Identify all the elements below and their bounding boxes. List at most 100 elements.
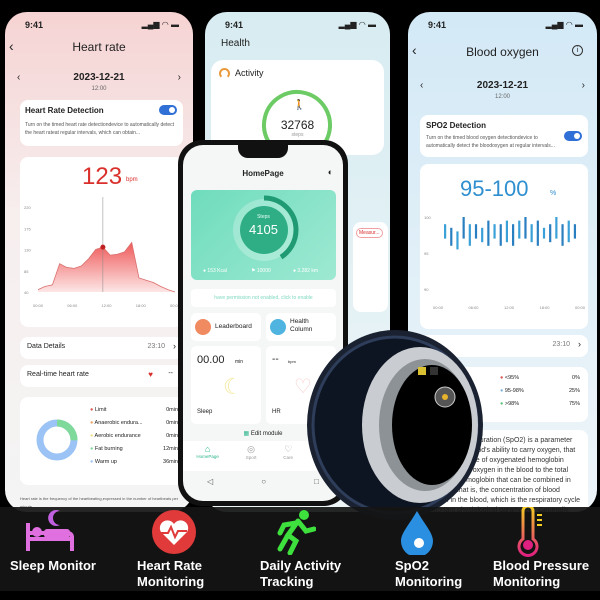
- spo2-bar: [481, 227, 484, 243]
- zone-row: ● Limit 0min: [90, 407, 178, 420]
- back-nav-icon[interactable]: ◁: [207, 477, 213, 486]
- hour: 12:00: [91, 86, 107, 92]
- x-tick-label: 00:00: [575, 305, 586, 310]
- date: 2023-12-21: [476, 80, 529, 91]
- kcal: ● 153 Kcal: [203, 268, 227, 274]
- measure-button[interactable]: Measur...: [356, 228, 383, 238]
- label: Limit: [94, 407, 107, 413]
- spo2-bar: [530, 224, 533, 243]
- range-row: ● <95% 0%: [500, 375, 580, 388]
- nav-icon: ♡: [284, 444, 293, 454]
- steps-card[interactable]: Steps 4105 ● 153 Kcal ⚑ 10000 ● 3.282 km: [191, 190, 336, 280]
- feature-label: Blood Pressure Monitoring: [493, 558, 598, 590]
- detection-toggle[interactable]: [159, 105, 177, 115]
- ring-sensor: [418, 367, 426, 375]
- y-tick-label: 90: [424, 287, 429, 292]
- label: Anaerobic endura...: [94, 420, 143, 426]
- feature-label-text: Daily Activity Tracking: [260, 558, 342, 589]
- feature-label: Daily Activity Tracking: [260, 558, 355, 590]
- activity-steps: 32768: [280, 118, 315, 132]
- activity-label: Activity: [235, 68, 264, 78]
- detection-toggle[interactable]: [564, 131, 582, 141]
- activity-steps-label: steps: [291, 132, 304, 138]
- data-details-row[interactable]: Data Details 23:10 ›: [20, 337, 183, 359]
- heart-rate-unit: bpm: [126, 177, 138, 183]
- y-tick-label: 100: [424, 215, 431, 220]
- status-icons: ▂▄▆ ◠ ▬: [141, 20, 179, 29]
- hour: 12:00: [494, 94, 510, 100]
- leaderboard-button[interactable]: Leaderboard: [191, 313, 261, 341]
- zone-name: ● Aerobic endurance: [90, 433, 141, 446]
- spo2-bar: [524, 217, 527, 239]
- feature-label: Sleep Monitor: [10, 558, 96, 573]
- x-tick-label: 12:00: [102, 303, 113, 308]
- label: HomePage: [196, 454, 219, 459]
- spo2-bar: [542, 227, 546, 239]
- spo2-bar: [505, 220, 509, 243]
- detection-text: Turn on the timed blood oxygen detection…: [426, 135, 555, 149]
- sleep-card[interactable]: 00.00 min ☾ Sleep: [191, 346, 261, 424]
- label: 95-98%: [504, 388, 524, 394]
- x-tick-label: 00:00: [433, 305, 444, 310]
- steps-label: Steps: [257, 214, 270, 220]
- zone-name: ● Anaerobic endura...: [90, 420, 143, 433]
- feature-band: Sleep Monitor Heart Rate Monitoring Dail…: [0, 507, 600, 591]
- spo2-bar: [474, 224, 478, 239]
- zone-row: ● Warm up 36min: [90, 459, 178, 472]
- detection-card: SPO2 Detection Turn on the timed blood o…: [420, 115, 588, 157]
- chevron-right-icon: ›: [173, 341, 176, 351]
- nav-tab-homepage[interactable]: ⌂ HomePage: [196, 441, 219, 471]
- range-name: ● 95-98%: [500, 388, 524, 401]
- page-title: Blood oxygen: [466, 45, 539, 59]
- edit-module-label: Edit module: [250, 431, 283, 437]
- spo2-bar: [567, 220, 570, 243]
- nav-icon: ⌂: [204, 444, 211, 454]
- zone-name: ● Warm up: [90, 459, 117, 472]
- data-details-label: Data Details: [27, 343, 66, 350]
- status-time: 9:41: [25, 20, 44, 30]
- measure-card[interactable]: Measur...: [353, 222, 388, 312]
- smart-ring-image: [307, 330, 483, 520]
- nav-tab-care[interactable]: ♡ Care: [283, 441, 293, 471]
- bed-moon-icon: [26, 510, 74, 551]
- zone-value: 0min: [166, 407, 178, 413]
- data-details-time: 23:10: [552, 341, 570, 348]
- info-icon[interactable]: i: [572, 45, 583, 56]
- heart-rate-screen: 9:41 ▂▄▆ ◠ ▬ ‹ Heart rate ‹ › 2023-12-21…: [5, 12, 193, 512]
- heart-rate-chart-card: 123 bpm 220 175 130 85 40 00:00 06:00 12:00 18:0…: [20, 157, 183, 327]
- leaderboard-icon: [195, 319, 211, 335]
- spo2-bar: [462, 217, 465, 239]
- range-value: 0%: [572, 375, 580, 381]
- home-nav-icon[interactable]: ○: [261, 477, 266, 486]
- theme-icon[interactable]: ◐: [328, 167, 333, 177]
- home-title: HomePage: [242, 169, 284, 178]
- range-row: ● 95-98% 25%: [500, 388, 580, 401]
- activity-icon: [219, 68, 230, 79]
- zone-value: 0min: [166, 433, 178, 439]
- status-time: 9:41: [428, 20, 447, 30]
- zone-value: 36min: [163, 459, 178, 465]
- x-tick-label: 18:00: [540, 305, 551, 310]
- spo2-bar: [456, 231, 459, 250]
- spo2-bar: [555, 217, 558, 239]
- realtime-row: Real-time heart rate ♥ --: [20, 365, 183, 387]
- x-tick-label: 06:00: [469, 305, 480, 310]
- spo2-unit: %: [550, 190, 557, 197]
- sleep-value: 00.00: [197, 354, 225, 366]
- grid-icon: ▦: [243, 431, 251, 437]
- spo2-bar: [518, 220, 521, 239]
- zone-row: ● Anaerobic endura... 0min: [90, 420, 178, 433]
- goal: ⚑ 10000: [251, 268, 271, 274]
- range-name: ● <95%: [500, 375, 519, 388]
- permission-banner[interactable]: have permission not enabled, click to en…: [191, 289, 336, 307]
- nav-tab-sport[interactable]: ◎ Sport: [246, 441, 257, 471]
- realtime-value: --: [168, 370, 173, 377]
- sleep-unit: min: [235, 359, 244, 365]
- label: <95%: [504, 375, 520, 381]
- heart-pulse-icon: [152, 510, 196, 554]
- feature-label: Heart Rate Monitoring: [137, 558, 217, 590]
- hr-unit: bpm: [288, 359, 296, 364]
- zone-name: ● Fat burning: [90, 446, 123, 459]
- zone-name: ● Limit: [90, 407, 106, 420]
- feature-label-text: Heart Rate Monitoring: [137, 558, 205, 589]
